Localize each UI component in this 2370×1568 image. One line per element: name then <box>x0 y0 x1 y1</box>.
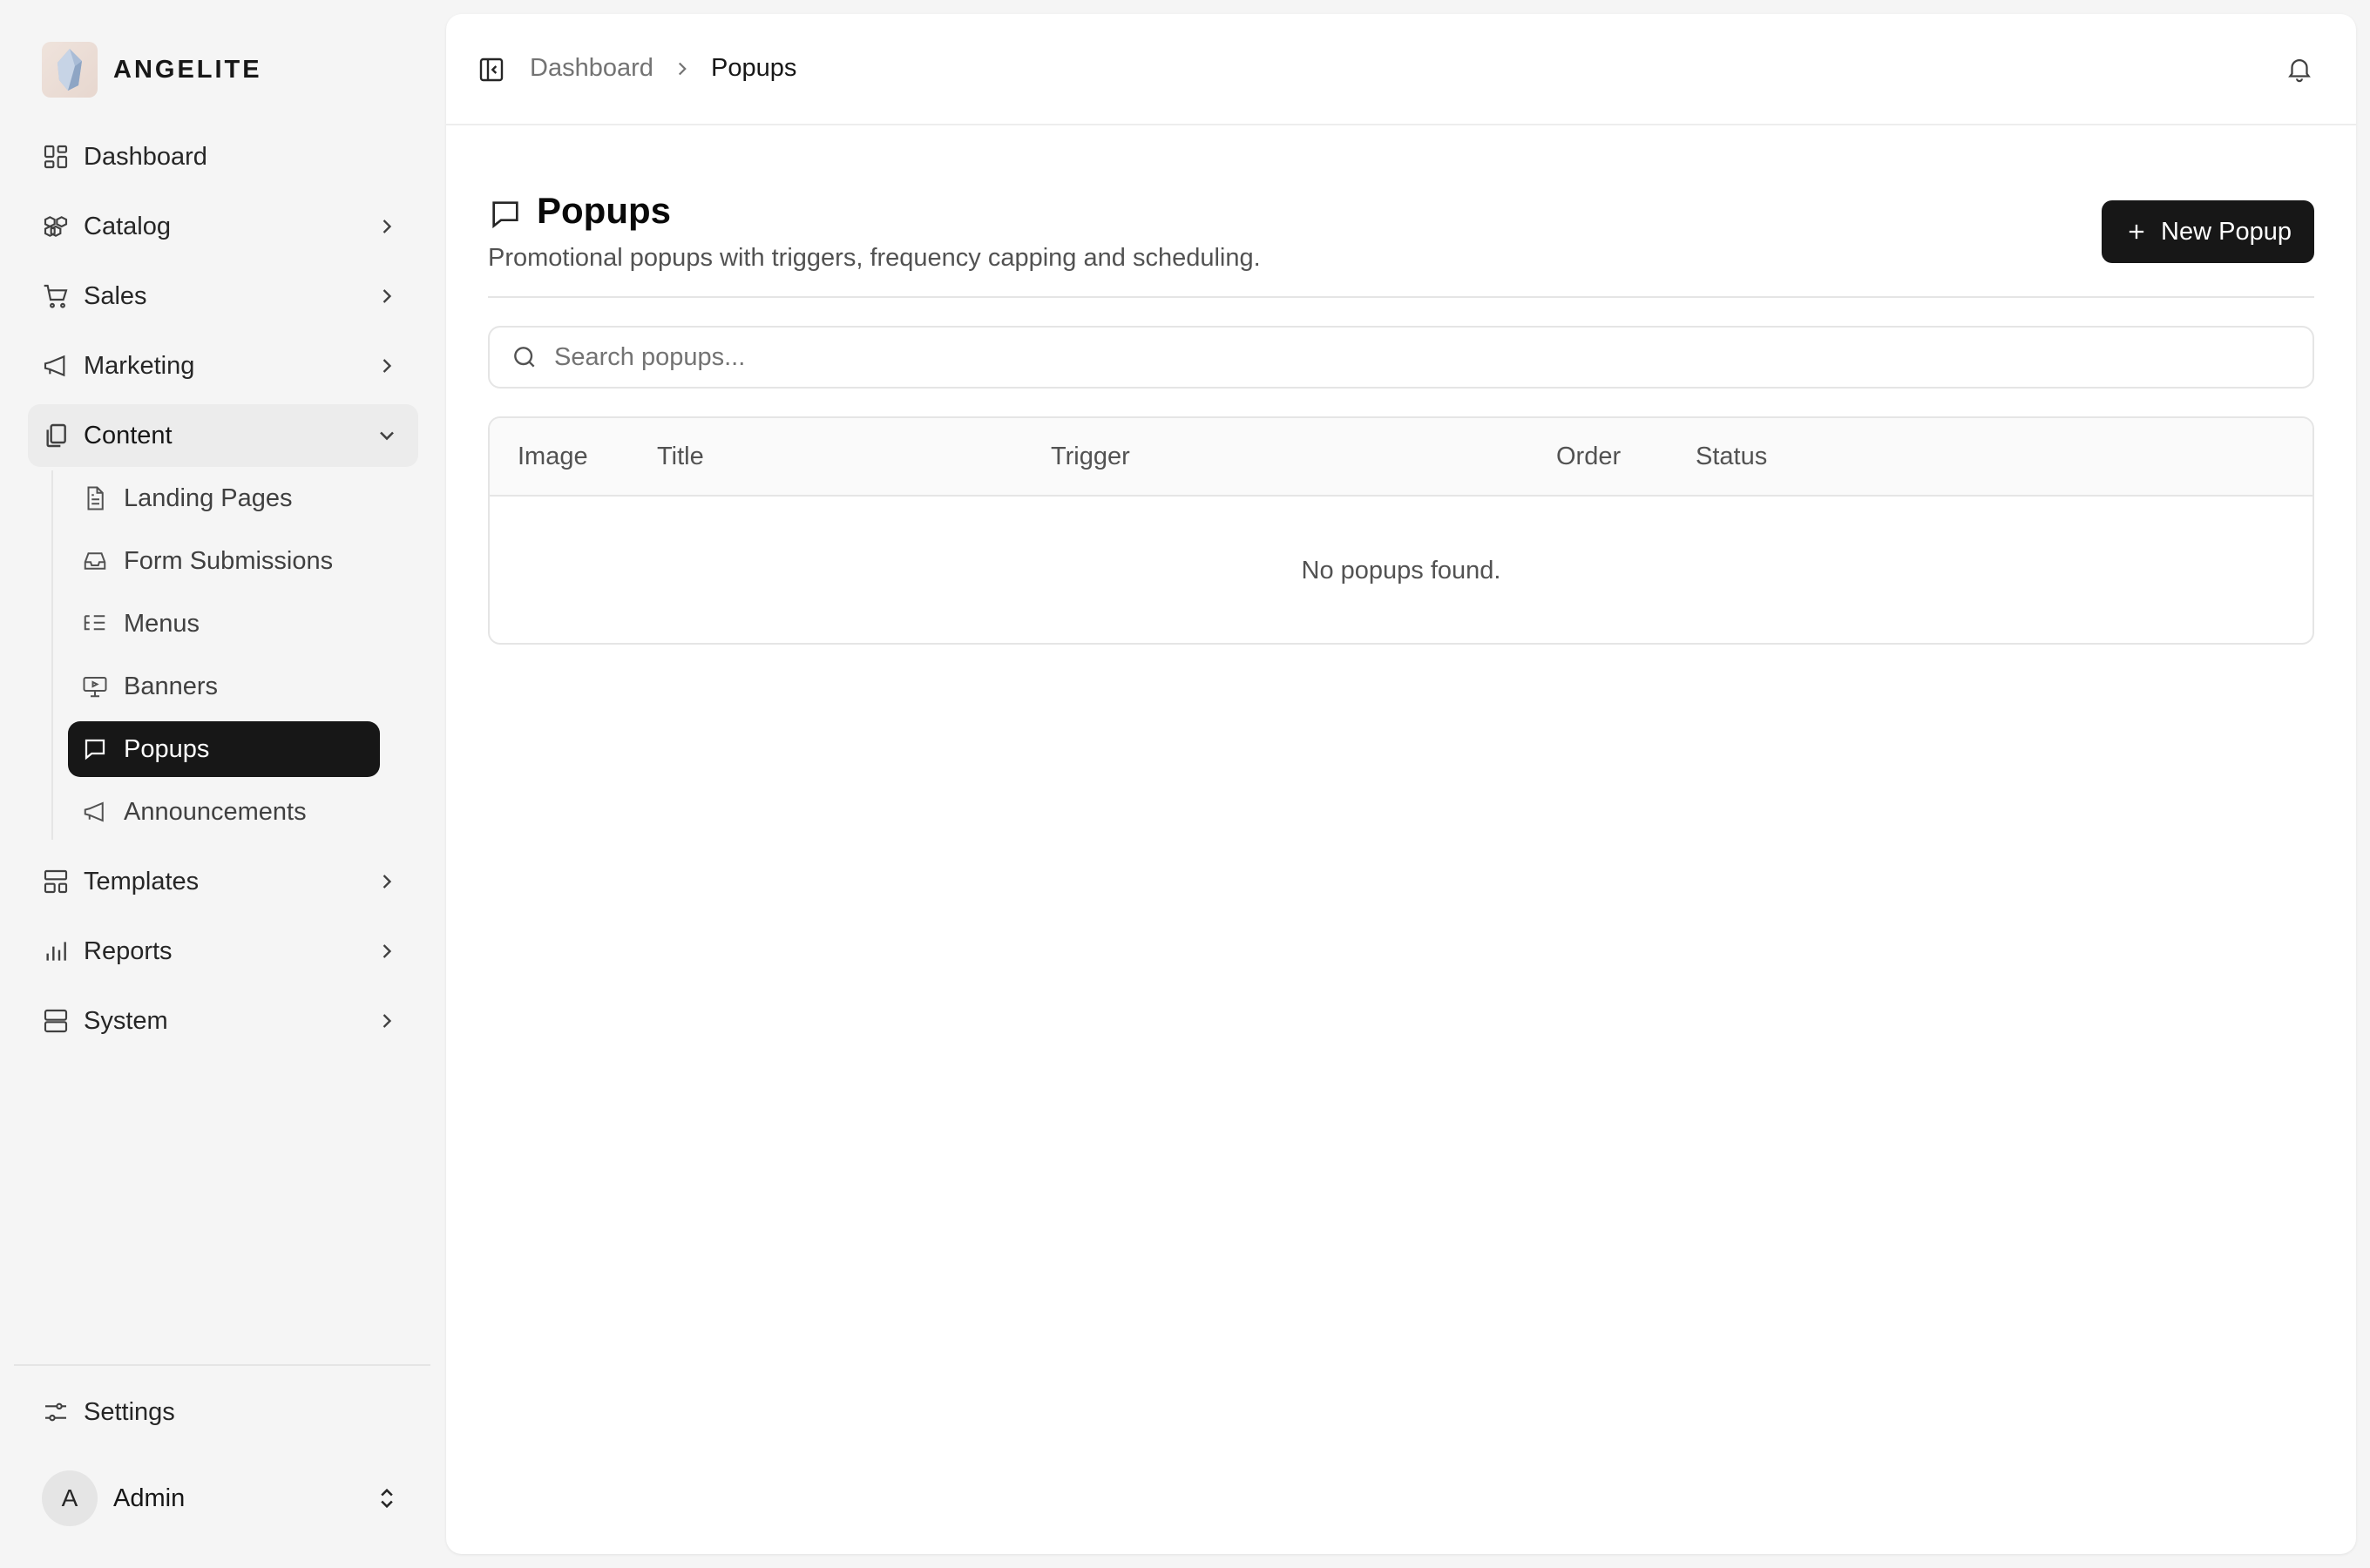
header-divider <box>488 296 2314 298</box>
sidebar-item-sales[interactable]: Sales <box>28 265 418 328</box>
sidebar-subitem-label: Menus <box>124 609 200 638</box>
sliders-icon <box>42 1398 70 1426</box>
sidebar-item-content[interactable]: Content <box>28 404 418 467</box>
chevron-right-icon <box>375 869 399 894</box>
inbox-icon <box>82 548 108 574</box>
sidebar-divider <box>14 1364 430 1366</box>
topbar: Dashboard Popups <box>446 14 2356 125</box>
page-subtitle: Promotional popups with triggers, freque… <box>488 244 1261 272</box>
sidebar-subitem-label: Banners <box>124 672 219 700</box>
sidebar-item-settings[interactable]: Settings <box>28 1381 418 1443</box>
brand-logo <box>42 42 98 98</box>
templates-icon <box>42 868 70 896</box>
breadcrumb-current: Popups <box>711 54 797 82</box>
brand[interactable]: ANGELITE <box>42 42 262 98</box>
sidebar-subitem-announcements[interactable]: Announcements <box>68 784 380 840</box>
dashboard-icon <box>42 143 70 171</box>
message-square-icon <box>488 197 523 232</box>
sidebar: ANGELITE Dashboard Catalog Sales Marketi… <box>0 0 444 1568</box>
avatar: A <box>42 1470 98 1526</box>
sidebar-subitem-popups[interactable]: Popups <box>68 721 380 777</box>
column-header-trigger: Trigger <box>1051 443 1130 470</box>
chevron-right-icon <box>375 284 399 308</box>
sidebar-item-reports[interactable]: Reports <box>28 920 418 983</box>
sidebar-item-label: Templates <box>84 867 200 896</box>
table-header: Image Title Trigger Order Status <box>490 418 2312 497</box>
sidebar-item-catalog[interactable]: Catalog <box>28 195 418 258</box>
page-title: Popups <box>537 190 671 231</box>
user-name: Admin <box>113 1484 186 1512</box>
new-popup-label: New Popup <box>2161 217 2292 246</box>
sidebar-toggle-icon[interactable] <box>477 56 505 84</box>
sidebar-item-label: Catalog <box>84 212 171 240</box>
sidebar-item-templates[interactable]: Templates <box>28 850 418 913</box>
content-icon <box>42 422 70 449</box>
sidebar-subitem-label: Announcements <box>124 797 307 826</box>
chevron-right-icon <box>375 354 399 378</box>
presentation-icon <box>82 673 108 700</box>
list-tree-icon <box>82 611 108 637</box>
sidebar-item-dashboard[interactable]: Dashboard <box>28 125 418 188</box>
megaphone-icon <box>82 799 108 825</box>
sidebar-subitem-label: Form Submissions <box>124 546 334 575</box>
sidebar-item-label: Content <box>84 421 173 449</box>
sidebar-item-label: Reports <box>84 936 173 965</box>
column-header-status: Status <box>1696 443 1768 470</box>
column-header-order: Order <box>1556 443 1622 470</box>
server-icon <box>42 1007 70 1035</box>
column-header-image: Image <box>518 443 588 470</box>
user-menu[interactable]: A Admin <box>28 1467 418 1530</box>
sidebar-subitem-form-submissions[interactable]: Form Submissions <box>68 533 380 589</box>
sidebar-item-label: Dashboard <box>84 142 207 171</box>
chevron-right-icon <box>671 57 694 80</box>
search-icon <box>511 343 538 371</box>
sidebar-item-label: Settings <box>84 1397 175 1426</box>
sidebar-item-system[interactable]: System <box>28 990 418 1052</box>
sidebar-subitem-label: Landing Pages <box>124 483 293 512</box>
chevrons-up-down-icon <box>375 1486 399 1511</box>
cart-icon <box>42 282 70 310</box>
column-header-title: Title <box>657 443 704 470</box>
sidebar-item-label: Sales <box>84 281 147 310</box>
megaphone-icon <box>42 352 70 380</box>
sidebar-item-label: Marketing <box>84 351 195 380</box>
sidebar-item-marketing[interactable]: Marketing <box>28 335 418 397</box>
sidebar-subitem-menus[interactable]: Menus <box>68 596 380 652</box>
empty-state: No popups found. <box>1301 556 1501 585</box>
chevron-right-icon <box>375 1009 399 1033</box>
submenu-guide-line <box>51 470 53 840</box>
sidebar-subitem-label: Popups <box>124 734 210 763</box>
chevron-right-icon <box>375 214 399 239</box>
search-input[interactable] <box>554 342 2210 372</box>
new-popup-button[interactable]: New Popup <box>2102 200 2314 263</box>
message-square-icon <box>82 736 108 762</box>
main-panel: Dashboard Popups Popups Promotional popu… <box>446 14 2356 1554</box>
popups-table: Image Title Trigger Order Status No popu… <box>488 416 2314 645</box>
file-text-icon <box>82 485 108 511</box>
bell-icon[interactable] <box>2285 54 2314 84</box>
chevron-right-icon <box>375 939 399 963</box>
sidebar-item-label: System <box>84 1006 168 1035</box>
bar-chart-icon <box>42 937 70 965</box>
chevron-down-icon <box>375 423 399 448</box>
brand-name: ANGELITE <box>113 55 262 84</box>
sidebar-subitem-banners[interactable]: Banners <box>68 659 380 714</box>
search-box[interactable] <box>488 326 2314 389</box>
plus-icon <box>2124 220 2149 244</box>
catalog-icon <box>42 213 70 240</box>
sidebar-subitem-landing-pages[interactable]: Landing Pages <box>68 470 380 526</box>
breadcrumb-dashboard[interactable]: Dashboard <box>530 54 653 83</box>
